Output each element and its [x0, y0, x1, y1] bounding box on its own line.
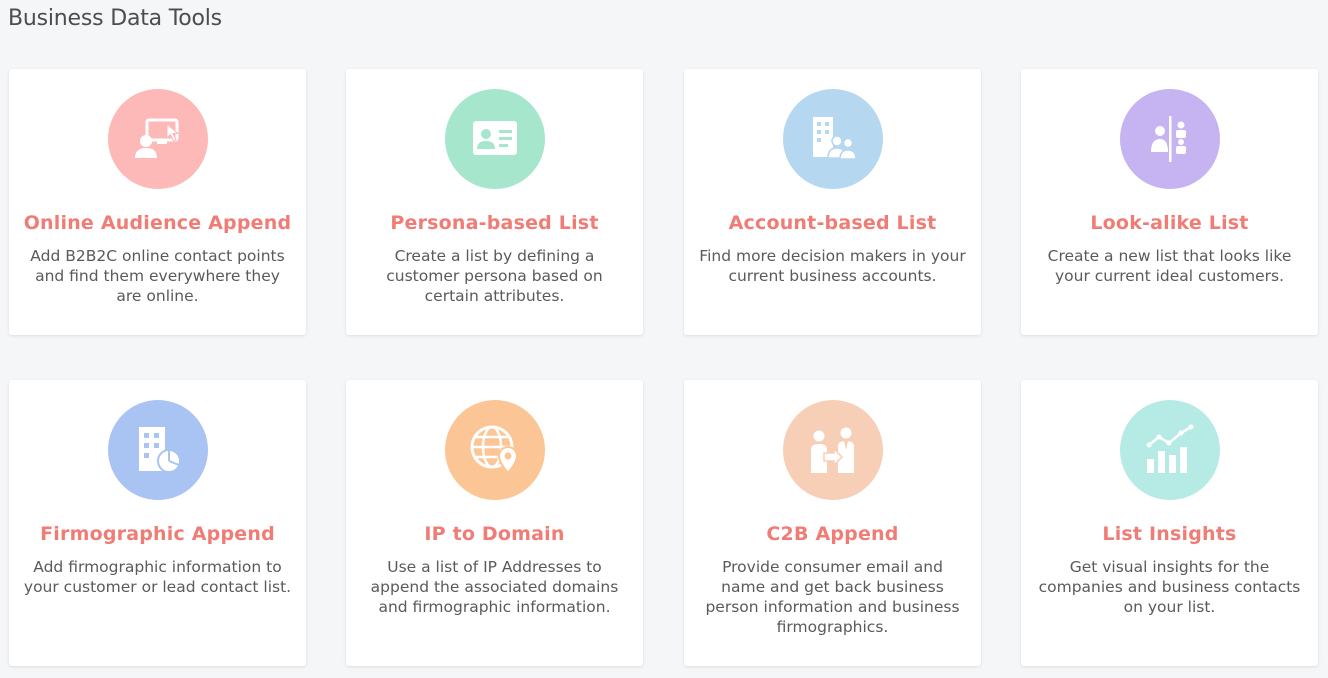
tool-description: Get visual insights for the companies an…	[1038, 558, 1301, 616]
tool-card-persona-based-list[interactable]: Persona-based List Create a list by defi…	[346, 69, 643, 335]
tool-title: Persona-based List	[390, 212, 599, 234]
tool-title: Look-alike List	[1090, 212, 1249, 234]
tool-title: Online Audience Append	[23, 212, 292, 234]
page-title: Business Data Tools	[8, 6, 222, 31]
tool-card-firmographic-append[interactable]: Firmographic Append Add firmographic inf…	[9, 380, 306, 666]
tool-card-ip-to-domain[interactable]: IP to Domain Use a list of IP Addresses …	[346, 380, 643, 666]
globe-pin-icon	[445, 400, 545, 500]
tool-description: Provide consumer email and name and get …	[705, 558, 960, 636]
building-chart-icon	[108, 400, 208, 500]
tool-card-online-audience-append[interactable]: Online Audience Append Add B2B2C online …	[9, 69, 306, 335]
tool-title: Firmographic Append	[40, 523, 275, 545]
tool-card-c2b-append[interactable]: C2B Append Provide consumer email and na…	[684, 380, 981, 666]
tool-card-account-based-list[interactable]: Account-based List Find more decision ma…	[684, 69, 981, 335]
persona-card-icon	[445, 89, 545, 189]
tool-title: List Insights	[1102, 523, 1237, 545]
tool-card-look-alike-list[interactable]: Look-alike List Create a new list that l…	[1021, 69, 1318, 335]
online-audience-icon	[108, 89, 208, 189]
tool-card-list-insights[interactable]: List Insights Get visual insights for th…	[1021, 380, 1318, 666]
lookalike-people-icon	[1120, 89, 1220, 189]
tool-description: Find more decision makers in your curren…	[699, 247, 966, 285]
tool-description: Add firmographic information to your cus…	[23, 558, 292, 596]
tool-title: IP to Domain	[424, 523, 565, 545]
tool-description: Create a list by defining a customer per…	[386, 247, 603, 305]
tool-description: Add B2B2C online contact points and find…	[30, 247, 285, 305]
tool-title: C2B Append	[766, 523, 899, 545]
tool-description: Create a new list that looks like your c…	[1047, 247, 1292, 285]
tool-description: Use a list of IP Addresses to append the…	[370, 558, 619, 616]
consumer-to-business-icon	[783, 400, 883, 500]
bar-chart-trend-icon	[1120, 400, 1220, 500]
tool-title: Account-based List	[728, 212, 937, 234]
building-people-icon	[783, 89, 883, 189]
